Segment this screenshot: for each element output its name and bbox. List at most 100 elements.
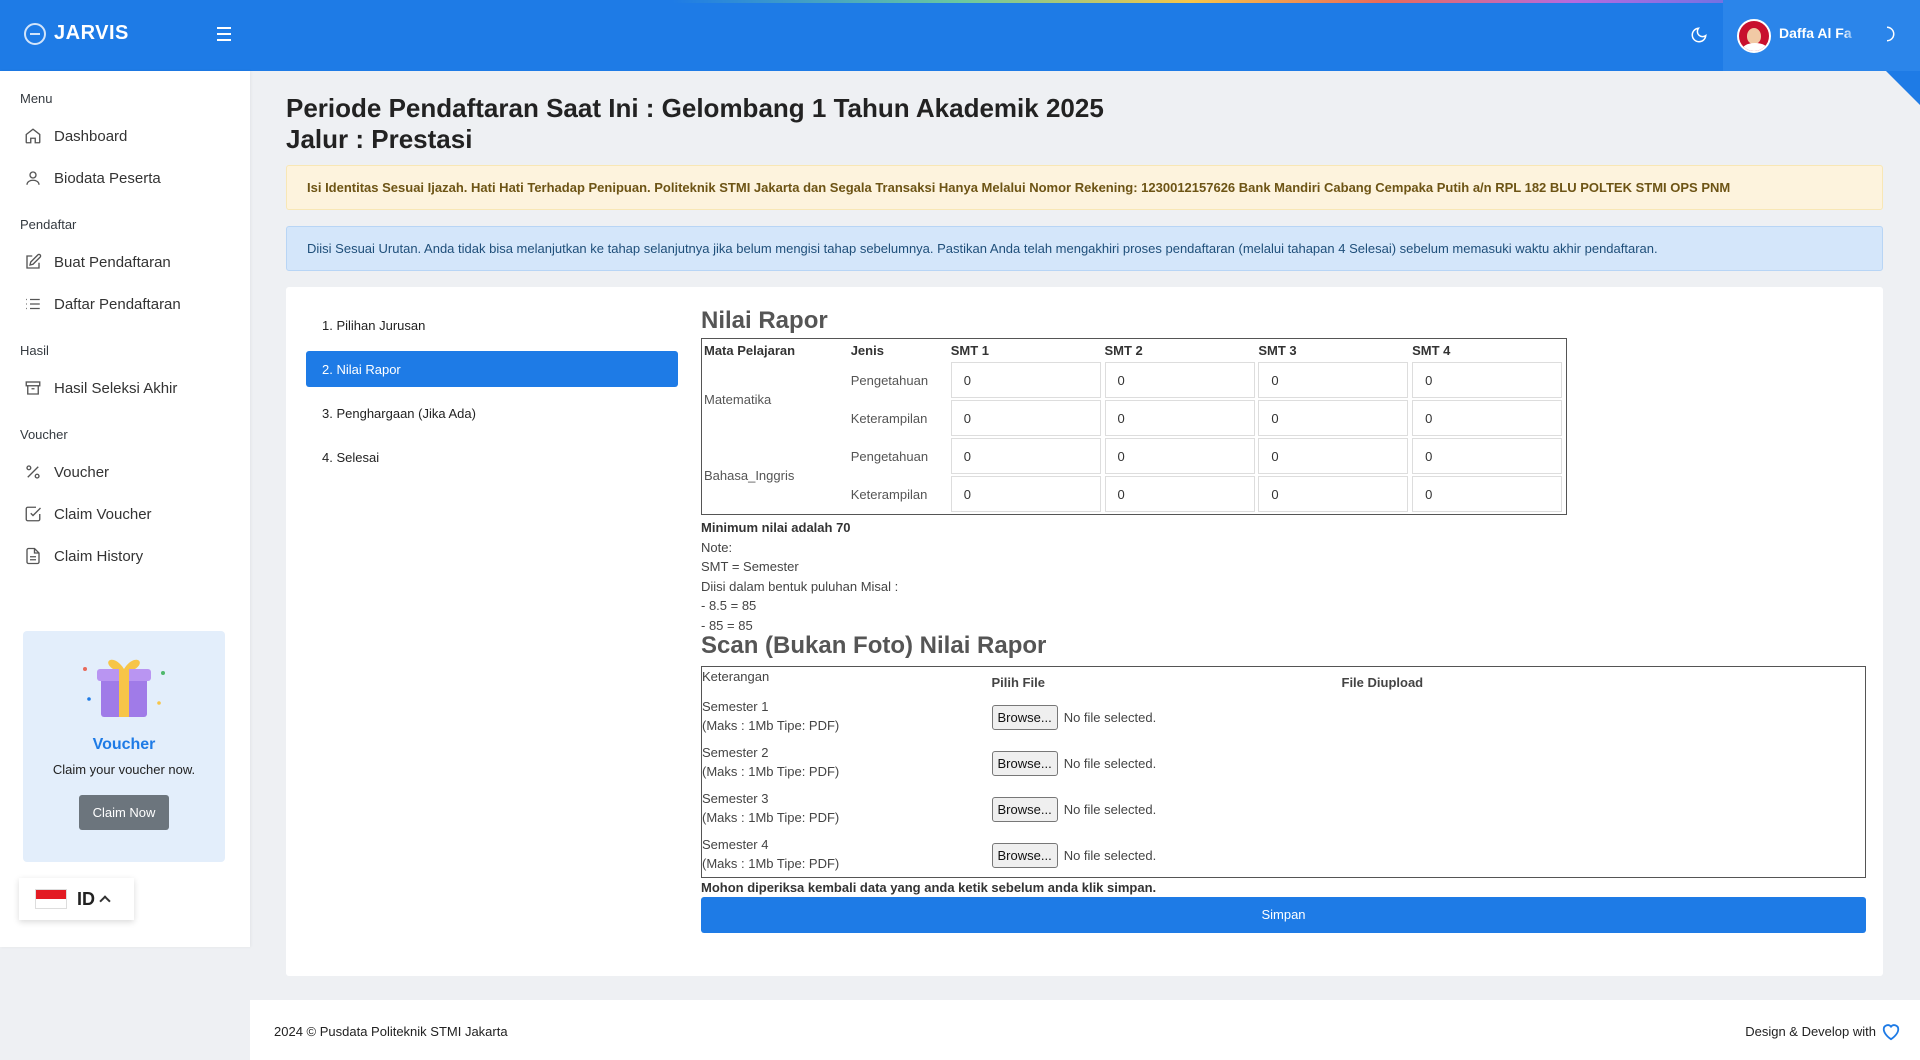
col-header-type: Jenis bbox=[850, 343, 884, 358]
moon-icon[interactable] bbox=[1690, 26, 1708, 44]
sidebar-item-daftar-pendaftaran[interactable]: Daftar Pendaftaran bbox=[0, 283, 250, 325]
step-penghargaan[interactable]: 3. Penghargaan (Jika Ada) bbox=[306, 395, 678, 431]
sidebar-item-label: Hasil Seleksi Akhir bbox=[54, 379, 178, 397]
file-limit: (Maks : 1Mb Tipe: PDF) bbox=[702, 763, 840, 779]
brand[interactable]: JARVIS bbox=[24, 22, 129, 45]
grade-input-mtk-pengetahuan-smt1[interactable] bbox=[950, 362, 1101, 398]
sidebar-item-claim-voucher[interactable]: Claim Voucher bbox=[0, 493, 250, 535]
home-icon bbox=[25, 128, 41, 144]
note-label: Note: bbox=[701, 539, 733, 555]
sidebar-item-label: Daftar Pendaftaran bbox=[54, 295, 181, 313]
loading-spinner-icon bbox=[1886, 26, 1895, 42]
save-button[interactable]: Simpan bbox=[701, 896, 1866, 933]
sidebar-item-dashboard[interactable]: Dashboard bbox=[0, 115, 250, 157]
check-square-icon bbox=[25, 506, 41, 522]
voucher-card-subtitle: Claim your voucher now. bbox=[52, 762, 196, 777]
subject-matematika: Matematika bbox=[704, 391, 772, 407]
page-title: Periode Pendaftaran Saat Ini : Gelombang… bbox=[286, 93, 1104, 155]
file-picker-semester-4[interactable]: Browse... No file selected. bbox=[991, 842, 1157, 868]
sidebar: Menu Dashboard Biodata Peserta Pendaftar… bbox=[0, 71, 250, 947]
sidebar-heading-voucher: Voucher bbox=[20, 427, 68, 442]
sidebar-item-claim-history[interactable]: Claim History bbox=[0, 535, 250, 577]
step-selesai[interactable]: 4. Selesai bbox=[306, 439, 678, 475]
language-selector[interactable]: ID bbox=[19, 878, 134, 920]
col-header-smt1: SMT 1 bbox=[950, 343, 989, 358]
grade-input-mtk-pengetahuan-smt2[interactable] bbox=[1104, 362, 1255, 398]
table-row: Bahasa_Inggris Pengetahuan bbox=[704, 438, 1564, 483]
grade-input-mtk-keterampilan-smt1[interactable] bbox=[950, 400, 1101, 436]
grade-input-bing-keterampilan-smt3[interactable] bbox=[1258, 476, 1409, 512]
grade-input-bing-pengetahuan-smt3[interactable] bbox=[1258, 438, 1409, 474]
browse-button[interactable]: Browse... bbox=[991, 796, 1058, 822]
minimum-note: Minimum nilai adalah 70 bbox=[701, 520, 851, 535]
topbar: JARVIS Daffa Al Fa bbox=[0, 0, 1920, 71]
file-limit: (Maks : 1Mb Tipe: PDF) bbox=[702, 809, 840, 825]
grade-input-mtk-keterampilan-smt4[interactable] bbox=[1412, 400, 1563, 436]
sidebar-item-buat-pendaftaran[interactable]: Buat Pendaftaran bbox=[0, 241, 250, 283]
note-smt: SMT = Semester bbox=[701, 559, 799, 574]
sidebar-item-biodata[interactable]: Biodata Peserta bbox=[0, 157, 250, 199]
table-row: Semester 2 (Maks : 1Mb Tipe: PDF) Browse.… bbox=[702, 739, 1866, 785]
avatar bbox=[1737, 19, 1771, 53]
col-header-smt3: SMT 3 bbox=[1258, 343, 1297, 358]
no-file-text: No file selected. bbox=[1063, 847, 1157, 863]
subject-bahasa-inggris: Bahasa_Inggris bbox=[704, 467, 795, 483]
step-pilihan-jurusan[interactable]: 1. Pilihan Jurusan bbox=[306, 307, 678, 343]
indonesia-flag-icon bbox=[35, 889, 67, 909]
brand-name: JARVIS bbox=[54, 22, 129, 44]
table-row: Matematika Pengetahuan bbox=[704, 362, 1564, 407]
chevron-up-icon bbox=[99, 895, 111, 907]
corner-decoration bbox=[1886, 71, 1920, 105]
table-row: Semester 3 (Maks : 1Mb Tipe: PDF) Browse.… bbox=[702, 785, 1866, 831]
browse-button[interactable]: Browse... bbox=[991, 704, 1058, 730]
sidebar-item-label: Buat Pendaftaran bbox=[54, 253, 171, 271]
file-picker-semester-3[interactable]: Browse... No file selected. bbox=[991, 796, 1156, 822]
grade-input-bing-pengetahuan-smt4[interactable] bbox=[1412, 438, 1563, 474]
step-nilai-rapor[interactable]: 2. Nilai Rapor bbox=[306, 351, 678, 387]
sidebar-item-voucher[interactable]: Voucher bbox=[0, 451, 250, 493]
rapor-notes: Minimum nilai adalah 70 Note: SMT = Seme… bbox=[701, 518, 1866, 635]
sidebar-item-hasil-seleksi[interactable]: Hasil Seleksi Akhir bbox=[0, 367, 250, 409]
grade-input-mtk-keterampilan-smt3[interactable] bbox=[1258, 400, 1409, 436]
grade-input-mtk-pengetahuan-smt4[interactable] bbox=[1412, 362, 1563, 398]
grade-input-mtk-keterampilan-smt2[interactable] bbox=[1104, 400, 1255, 436]
grade-input-bing-pengetahuan-smt2[interactable] bbox=[1104, 438, 1255, 474]
semester-label: Semester 2 bbox=[702, 744, 769, 760]
grade-input-mtk-pengetahuan-smt3[interactable] bbox=[1258, 362, 1409, 398]
page-title-line1: Periode Pendaftaran Saat Ini : Gelombang… bbox=[286, 93, 1104, 123]
info-alert: Diisi Sesuai Urutan. Anda tidak bisa mel… bbox=[286, 226, 1883, 271]
table-row: Semester 4 (Maks : 1Mb Tipe: PDF) Browse.… bbox=[702, 831, 1866, 878]
col-header-file: Pilih File bbox=[991, 675, 1045, 691]
upload-table: Keterangan Pilih File File Diupload Seme… bbox=[701, 666, 1866, 878]
hamburger-menu-icon[interactable] bbox=[217, 27, 231, 41]
heart-icon bbox=[1882, 1024, 1900, 1041]
col-header-uploaded: File Diupload bbox=[1341, 675, 1424, 691]
form-card: 1. Pilihan Jurusan 2. Nilai Rapor 3. Pen… bbox=[286, 287, 1883, 976]
semester-label: Semester 1 bbox=[702, 698, 769, 714]
browse-button[interactable]: Browse... bbox=[991, 750, 1058, 776]
file-picker-semester-2[interactable]: Browse... No file selected. bbox=[991, 750, 1157, 776]
voucher-card: Voucher Claim your voucher now. Claim No… bbox=[23, 631, 225, 862]
sidebar-heading-hasil: Hasil bbox=[20, 343, 49, 358]
page-title-line2: Jalur : Prestasi bbox=[286, 124, 473, 154]
grade-input-bing-pengetahuan-smt1[interactable] bbox=[950, 438, 1101, 474]
browse-button[interactable]: Browse... bbox=[991, 842, 1058, 868]
grade-input-bing-keterampilan-smt1[interactable] bbox=[950, 476, 1101, 512]
table-row: Semester 1 (Maks : 1Mb Tipe: PDF) Browse.… bbox=[702, 693, 1866, 739]
sidebar-item-label: Biodata Peserta bbox=[54, 169, 161, 187]
no-file-text: No file selected. bbox=[1063, 755, 1157, 771]
claim-now-button[interactable]: Claim Now bbox=[78, 795, 170, 830]
type-label: Pengetahuan bbox=[850, 372, 929, 388]
rapor-table: Mata Pelajaran Jenis SMT 1 SMT 2 SMT 3 S… bbox=[701, 338, 1567, 515]
list-icon bbox=[26, 298, 40, 310]
col-header-subject: Mata Pelajaran bbox=[704, 343, 796, 358]
type-label: Pengetahuan bbox=[850, 448, 929, 464]
grade-input-bing-keterampilan-smt4[interactable] bbox=[1412, 476, 1563, 512]
edit-icon bbox=[26, 253, 42, 269]
user-icon bbox=[26, 171, 40, 185]
file-icon bbox=[26, 547, 40, 565]
grade-input-bing-keterampilan-smt2[interactable] bbox=[1104, 476, 1255, 512]
rapor-form: Nilai Rapor Mata Pelajaran Jenis SMT 1 S… bbox=[701, 307, 1866, 933]
user-name: Daffa Al Fa bbox=[1779, 25, 1852, 41]
file-picker-semester-1[interactable]: Browse... No file selected. bbox=[991, 704, 1156, 730]
